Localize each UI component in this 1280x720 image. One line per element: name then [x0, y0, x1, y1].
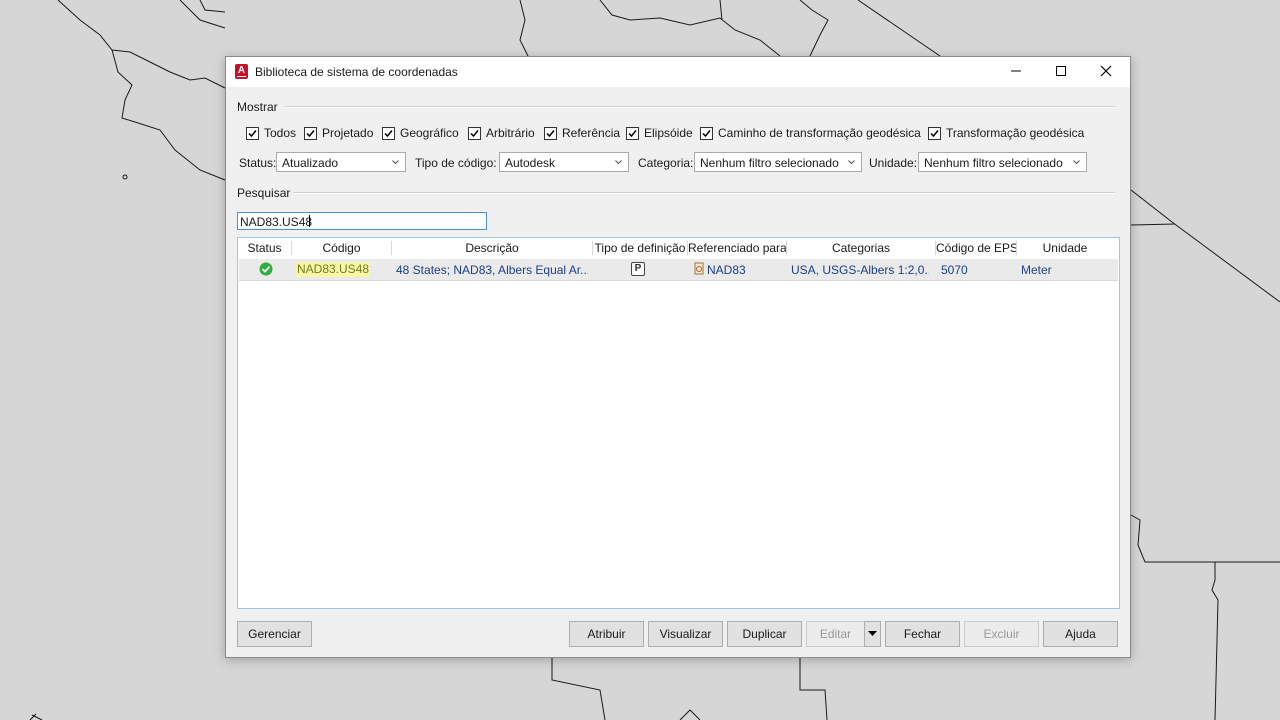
chevron-down-icon: [392, 160, 399, 165]
close-window-button[interactable]: [1084, 57, 1130, 87]
category-filter-label: Categoria:: [638, 156, 694, 170]
unit-dropdown[interactable]: Nenhum filtro selecionado: [918, 152, 1087, 172]
column-header-code[interactable]: Código: [292, 238, 391, 258]
unit-dropdown-value: Nenhum filtro selecionado: [924, 156, 1063, 170]
maximize-icon: [1056, 66, 1066, 76]
view-button[interactable]: Visualizar: [648, 621, 723, 647]
category-dropdown[interactable]: Nenhum filtro selecionado: [694, 152, 862, 172]
checkbox-box: [468, 126, 481, 140]
delete-button[interactable]: Excluir: [964, 621, 1039, 647]
duplicate-button[interactable]: Duplicar: [727, 621, 802, 647]
filter-label: Todos: [264, 126, 297, 140]
table-row[interactable]: NAD83.US48 48 States; NAD83, Albers Equa…: [239, 259, 1118, 281]
show-section-label: Mostrar: [237, 100, 278, 114]
status-dropdown[interactable]: Atualizado: [276, 152, 406, 172]
minimize-icon: [1011, 70, 1021, 72]
code-type-dropdown-value: Autodesk: [505, 156, 556, 170]
status-filter-label: Status:: [239, 156, 277, 170]
minimize-button[interactable]: [994, 57, 1040, 87]
row-unit: Meter: [1021, 263, 1052, 277]
help-button[interactable]: Ajuda: [1043, 621, 1118, 647]
chevron-down-icon: [1073, 160, 1080, 165]
caret-down-icon: [868, 631, 877, 636]
checkmark-icon: [702, 129, 711, 137]
row-categories: USA, USGS-Albers 1:2,0...: [791, 263, 929, 277]
filter-label: Projetado: [322, 126, 374, 140]
filter-label: Caminho de transformação geodésica: [718, 126, 921, 140]
filter-todos-checkbox[interactable]: Todos: [246, 126, 296, 140]
filter-label: Geográfico: [400, 126, 459, 140]
checkbox-box: [304, 126, 317, 140]
filter-transformacao-geodesica-checkbox[interactable]: Transformação geodésica: [928, 126, 1084, 140]
row-referenced-to: NAD83: [707, 263, 746, 277]
show-section-divider: [285, 106, 1115, 108]
checkbox-box: [246, 126, 259, 140]
coordinate-system-library-dialog: A Biblioteca de sistema de coordenadas M…: [225, 56, 1131, 658]
code-type-dropdown[interactable]: Autodesk: [499, 152, 629, 172]
search-input-value: NAD83.US48: [240, 215, 313, 229]
column-header-referenced-to[interactable]: Referenciado para: [688, 238, 786, 258]
close-button[interactable]: Fechar: [885, 621, 960, 647]
maximize-button[interactable]: [1039, 57, 1085, 87]
filter-referencia-checkbox[interactable]: Referência: [544, 126, 620, 140]
column-header-description[interactable]: Descrição: [392, 238, 592, 258]
edit-options-dropdown-button[interactable]: [864, 621, 881, 647]
unit-filter-label: Unidade:: [869, 156, 918, 170]
filter-caminho-transformacao-checkbox[interactable]: Caminho de transformação geodésica: [700, 126, 921, 140]
column-header-status[interactable]: Status: [238, 238, 291, 258]
manage-button[interactable]: Gerenciar: [237, 621, 312, 647]
checkbox-box: [382, 126, 395, 140]
checkmark-icon: [384, 129, 393, 137]
search-input[interactable]: NAD83.US48: [237, 212, 487, 230]
chevron-down-icon: [615, 160, 622, 165]
checkbox-box: [928, 126, 941, 140]
checkmark-icon: [306, 129, 315, 137]
category-dropdown-value: Nenhum filtro selecionado: [700, 156, 839, 170]
assign-button[interactable]: Atribuir: [569, 621, 644, 647]
status-ok-icon: [259, 262, 273, 276]
code-type-filter-label: Tipo de código:: [415, 156, 497, 170]
datum-reference-icon: [694, 262, 704, 275]
close-icon: [1100, 65, 1112, 77]
search-section-label: Pesquisar: [237, 186, 291, 200]
checkmark-icon: [930, 129, 939, 137]
column-header-categories[interactable]: Categorias: [787, 238, 935, 258]
checkmark-icon: [248, 129, 257, 137]
autocad-logo-icon: A: [235, 64, 248, 79]
filter-label: Referência: [562, 126, 621, 140]
row-epsg-code: 5070: [941, 263, 968, 277]
text-cursor: [309, 215, 310, 227]
column-header-epsg-code[interactable]: Código de EPS: [936, 238, 1016, 258]
filter-elipsoide-checkbox[interactable]: Elipsóide: [626, 126, 693, 140]
search-section-divider: [293, 192, 1115, 194]
checkbox-box: [700, 126, 713, 140]
filter-arbitrario-checkbox[interactable]: Arbitrário: [468, 126, 535, 140]
column-header-unit[interactable]: Unidade: [1017, 238, 1113, 258]
row-description: 48 States; NAD83, Albers Equal Ar...: [396, 263, 588, 277]
row-code: NAD83.US48: [296, 262, 371, 277]
window-title: Biblioteca de sistema de coordenadas: [255, 65, 458, 79]
filter-geografico-checkbox[interactable]: Geográfico: [382, 126, 459, 140]
coordinate-systems-table[interactable]: Status Código Descrição Tipo de definiçã…: [237, 237, 1120, 609]
checkbox-box: [626, 126, 639, 140]
filter-projetado-checkbox[interactable]: Projetado: [304, 126, 373, 140]
filter-label: Transformação geodésica: [946, 126, 1085, 140]
chevron-down-icon: [848, 160, 855, 165]
projected-definition-icon: P: [631, 262, 645, 276]
column-header-definition-type[interactable]: Tipo de definição: [593, 238, 687, 258]
title-bar[interactable]: A Biblioteca de sistema de coordenadas: [226, 57, 1130, 87]
status-dropdown-value: Atualizado: [282, 156, 339, 170]
filter-label: Elipsóide: [644, 126, 693, 140]
checkmark-icon: [628, 129, 637, 137]
filter-label: Arbitrário: [486, 126, 535, 140]
checkmark-icon: [470, 129, 479, 137]
checkmark-icon: [546, 129, 555, 137]
edit-button[interactable]: Editar: [806, 621, 865, 647]
checkbox-box: [544, 126, 557, 140]
